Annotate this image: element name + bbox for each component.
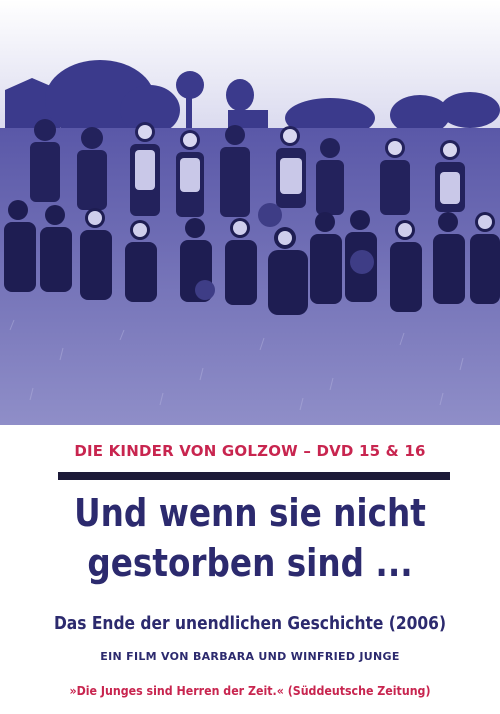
divider-rule — [58, 472, 450, 480]
cover-photo — [0, 0, 500, 425]
title-line-2: gestorben sind ... — [87, 541, 413, 585]
director-credit: EIN FILM VON BARBARA UND WINFRIED JUNGE — [100, 650, 400, 663]
press-quote: »Die Junges sind Herren der Zeit.« (Südd… — [69, 684, 431, 698]
group-photo-children — [0, 0, 500, 425]
series-label: DIE KINDER VON GOLZOW – DVD 15 & 16 — [74, 442, 426, 460]
dvd-cover: DIE KINDER VON GOLZOW – DVD 15 & 16 Und … — [0, 0, 500, 714]
subtitle: Das Ende der unendlichen Geschichte (200… — [53, 613, 447, 634]
title-line-1: Und wenn sie nicht — [74, 491, 426, 535]
